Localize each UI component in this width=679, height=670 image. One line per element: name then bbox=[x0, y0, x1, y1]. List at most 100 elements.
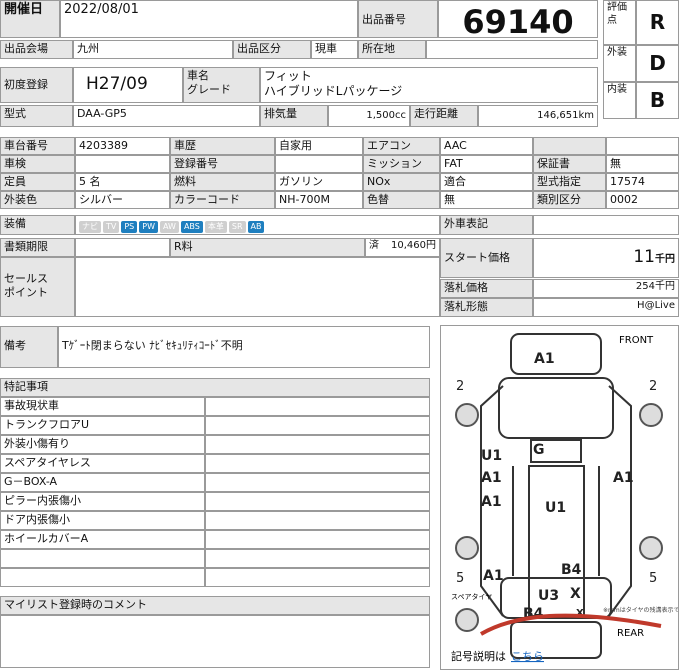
mark-tailgate: U3 bbox=[538, 588, 559, 604]
special-item: ホイールカバーA bbox=[0, 530, 205, 549]
car-name-label: 車名 グレード bbox=[183, 67, 260, 103]
mileage: 146,651km bbox=[478, 105, 598, 127]
category-label: 出品区分 bbox=[233, 40, 311, 59]
special-item-detail bbox=[205, 511, 430, 530]
mark-left-door-1: A1 bbox=[481, 470, 502, 486]
damage-diagram: FRONT A1 G U1 A1 A1 A1 U1 B4 A1 U3 X X B… bbox=[440, 325, 679, 670]
equipment-tag: PS bbox=[121, 221, 138, 233]
equipment-tag: AB bbox=[247, 221, 265, 233]
warranty: 無 bbox=[606, 155, 679, 173]
interior-grade-label: 内装 bbox=[603, 82, 636, 119]
equipment-tag: PW bbox=[139, 221, 158, 233]
classification: 0002 bbox=[606, 191, 679, 209]
spare-tire-label: スペアタイヤ bbox=[451, 592, 492, 601]
mark-tailgate-x: X bbox=[570, 586, 581, 602]
equipment-tag: 本革 bbox=[204, 221, 227, 233]
special-item-detail bbox=[205, 416, 430, 435]
mark-rear-glass: B4 bbox=[561, 562, 582, 578]
lot-number-label: 出品番号 bbox=[358, 0, 438, 38]
rear-label: REAR bbox=[617, 628, 644, 639]
sales-point-label: セールス ポイント bbox=[0, 257, 75, 317]
spec-value2: ガソリン bbox=[275, 173, 363, 191]
interior-grade: B bbox=[636, 82, 679, 119]
mark-right-door: A1 bbox=[613, 470, 634, 486]
spec-value3: 無 bbox=[440, 191, 533, 209]
car-name: フィット ハイブリッドLパッケージ bbox=[260, 67, 598, 103]
mark-left-rear: A1 bbox=[483, 568, 504, 584]
spec-label: 外装色 bbox=[0, 191, 75, 209]
equipment-tag: ナビ bbox=[79, 221, 101, 233]
equipment-list: ナビ TV PS PW AW ABS 本革 SR AB bbox=[75, 215, 440, 235]
special-item bbox=[0, 549, 205, 568]
equipment-tag: ABS bbox=[180, 221, 203, 233]
displacement-label: 排気量 bbox=[260, 105, 328, 127]
sale-type: H@Live bbox=[533, 298, 679, 317]
spec-label2: カラーコード bbox=[170, 191, 275, 209]
spec-value2: NH-700M bbox=[275, 191, 363, 209]
right-spec-empty-value bbox=[606, 137, 679, 155]
recycle-amount: 10,460円 bbox=[380, 238, 440, 257]
type-designation-label: 型式指定 bbox=[533, 173, 606, 191]
outer-value bbox=[533, 215, 679, 235]
first-registration: H27/09 bbox=[73, 67, 183, 103]
spec-value2 bbox=[275, 155, 363, 173]
spec-label3: 色替 bbox=[363, 191, 440, 209]
front-label: FRONT bbox=[619, 335, 654, 346]
auction-date: 2022/08/01 bbox=[60, 0, 358, 38]
spec-label2: 登録番号 bbox=[170, 155, 275, 173]
docs-label: 書類期限 bbox=[0, 238, 75, 257]
special-item: G－BOX-A bbox=[0, 473, 205, 492]
start-price-value: 11 bbox=[633, 247, 655, 267]
legend-link[interactable]: こちら bbox=[511, 650, 544, 663]
warranty-label: 保証書 bbox=[533, 155, 606, 173]
exterior-grade: D bbox=[636, 45, 679, 82]
spec-value: 4203389 bbox=[75, 137, 170, 155]
spec-value: 5 名 bbox=[75, 173, 170, 191]
location bbox=[426, 40, 598, 59]
special-item: スペアタイヤレス bbox=[0, 454, 205, 473]
spec-label3: NOx bbox=[363, 173, 440, 191]
lot-number: 69140 bbox=[438, 0, 598, 38]
displacement: 1,500cc bbox=[328, 105, 410, 127]
special-item-detail bbox=[205, 549, 430, 568]
recycle-label: R料 bbox=[170, 238, 365, 257]
final-price-label: 落札価格 bbox=[440, 279, 533, 298]
tire-depth-rl: 5 bbox=[456, 571, 464, 586]
special-item-detail bbox=[205, 473, 430, 492]
special-item-detail bbox=[205, 454, 430, 473]
equipment-tag: SR bbox=[228, 221, 246, 233]
mileage-label: 走行距離 bbox=[410, 105, 478, 127]
start-price-unit: 千円 bbox=[655, 254, 675, 265]
spec-label: 車台番号 bbox=[0, 137, 75, 155]
spec-label: 定員 bbox=[0, 173, 75, 191]
equipment-label: 装備 bbox=[0, 215, 75, 235]
location-label: 所在地 bbox=[358, 40, 426, 59]
special-item: ドア内張傷小 bbox=[0, 511, 205, 530]
mylist-comment-label: マイリスト登録時のコメント bbox=[0, 596, 430, 615]
mylist-comment bbox=[0, 615, 430, 668]
spec-label: 車検 bbox=[0, 155, 75, 173]
tire-depth-rr: 5 bbox=[649, 571, 657, 586]
start-price: 11千円 bbox=[533, 238, 679, 278]
special-item-detail bbox=[205, 530, 430, 549]
grade-score-label: 評価点 bbox=[603, 0, 636, 45]
grade-score: R bbox=[636, 0, 679, 45]
model-code: DAA-GP5 bbox=[73, 105, 260, 127]
spec-label2: 燃料 bbox=[170, 173, 275, 191]
special-item-detail bbox=[205, 492, 430, 511]
tire-depth-fr: 2 bbox=[649, 379, 657, 394]
mark-windshield: G bbox=[533, 442, 545, 458]
type-designation: 17574 bbox=[606, 173, 679, 191]
special-item: 事故現状車 bbox=[0, 397, 205, 416]
docs-value bbox=[75, 238, 170, 257]
classification-label: 類別区分 bbox=[533, 191, 606, 209]
spec-value2: 自家用 bbox=[275, 137, 363, 155]
special-item: ピラー内張傷小 bbox=[0, 492, 205, 511]
date-label: 開催日 bbox=[0, 0, 60, 38]
spec-label3: ミッション bbox=[363, 155, 440, 173]
right-spec-empty bbox=[533, 137, 606, 155]
start-price-label: スタート価格 bbox=[440, 238, 533, 278]
special-item-detail bbox=[205, 568, 430, 587]
spec-value bbox=[75, 155, 170, 173]
remarks: Tｹﾞｰﾄ閉まらない ﾅﾋﾞｾｷｭﾘﾃｨｺｰﾄﾞ不明 bbox=[58, 326, 430, 368]
